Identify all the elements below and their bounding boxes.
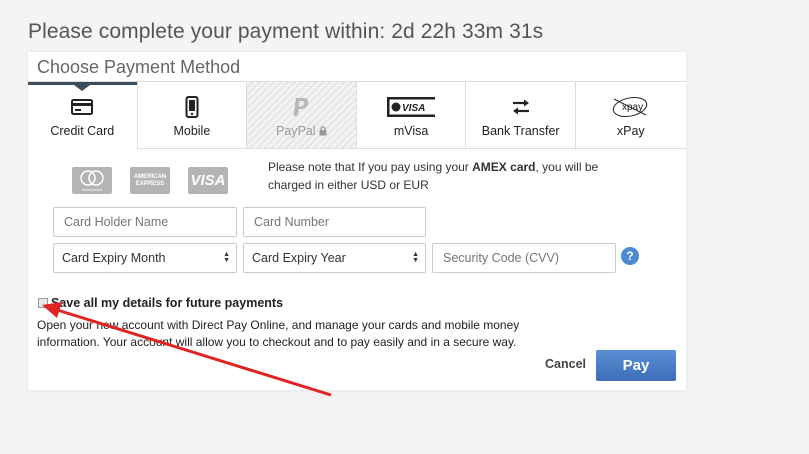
save-details-row[interactable]: Save all my details for future payments [38,296,283,310]
card-expiry-year-select[interactable]: Card Expiry Year ▲ ▼ [243,243,426,273]
amex-note: Please note that If you pay using your A… [268,160,599,192]
svg-text:mastercard: mastercard [82,187,102,192]
tab-bank-transfer[interactable]: Bank Transfer [466,82,576,149]
cvv-help-icon[interactable]: ? [621,247,639,265]
tab-mvisa[interactable]: VISA mVisa [356,82,467,149]
svg-text:xpay: xpay [622,102,643,113]
credit-card-icon [71,96,94,118]
lock-icon [319,125,327,139]
tab-label: Mobile [173,124,211,138]
tab-label: Credit Card [50,124,115,138]
card-title: Choose Payment Method [37,57,241,77]
payment-tabs: Credit Card Mobile PayPal VISA mVisa Ban… [28,82,686,149]
amex-logo: AMERICAN EXPRESS [130,167,170,194]
tab-label: mVisa [393,124,429,138]
cvv-input[interactable] [432,243,616,273]
payment-timer: Please complete your payment within: 2d … [28,20,544,43]
tab-paypal: PayPal [247,82,357,149]
visa-logo: VISA [188,167,228,194]
card-number-input[interactable] [243,207,426,237]
card-holder-name-input[interactable] [53,207,237,237]
cancel-button[interactable]: Cancel [545,357,586,371]
save-details-checkbox[interactable] [38,298,48,308]
tab-mobile[interactable]: Mobile [137,82,248,149]
payment-method-card: Choose Payment Method Credit Card Mobile… [28,52,686,390]
save-details-label[interactable]: Save all my details for future payments [51,296,283,310]
tab-credit-card[interactable]: Credit Card [28,82,138,149]
select-arrows-icon: ▲ ▼ [412,251,419,264]
mastercard-logo: mastercard [72,167,112,194]
tab-xpay[interactable]: xpay xPay [575,82,686,149]
tab-label: Bank Transfer [481,124,560,138]
xpay-icon: xpay [610,96,652,118]
tab-label: xPay [616,124,645,138]
bank-transfer-icon [511,96,531,118]
account-info-text: Open your new account with Direct Pay On… [37,318,520,349]
card-logos: mastercard AMERICAN EXPRESS VISA [72,167,228,194]
svg-text:VISA: VISA [402,103,425,114]
active-tab-notch [74,85,91,91]
paypal-icon [291,96,311,118]
mobile-phone-icon [185,96,199,118]
mvisa-icon: VISA [387,96,436,118]
tab-label: PayPal [276,124,327,139]
card-expiry-month-select[interactable]: Card Expiry Month ▲ ▼ [53,243,237,273]
select-arrows-icon: ▲ ▼ [223,251,230,264]
pay-button[interactable]: Pay [596,350,676,381]
